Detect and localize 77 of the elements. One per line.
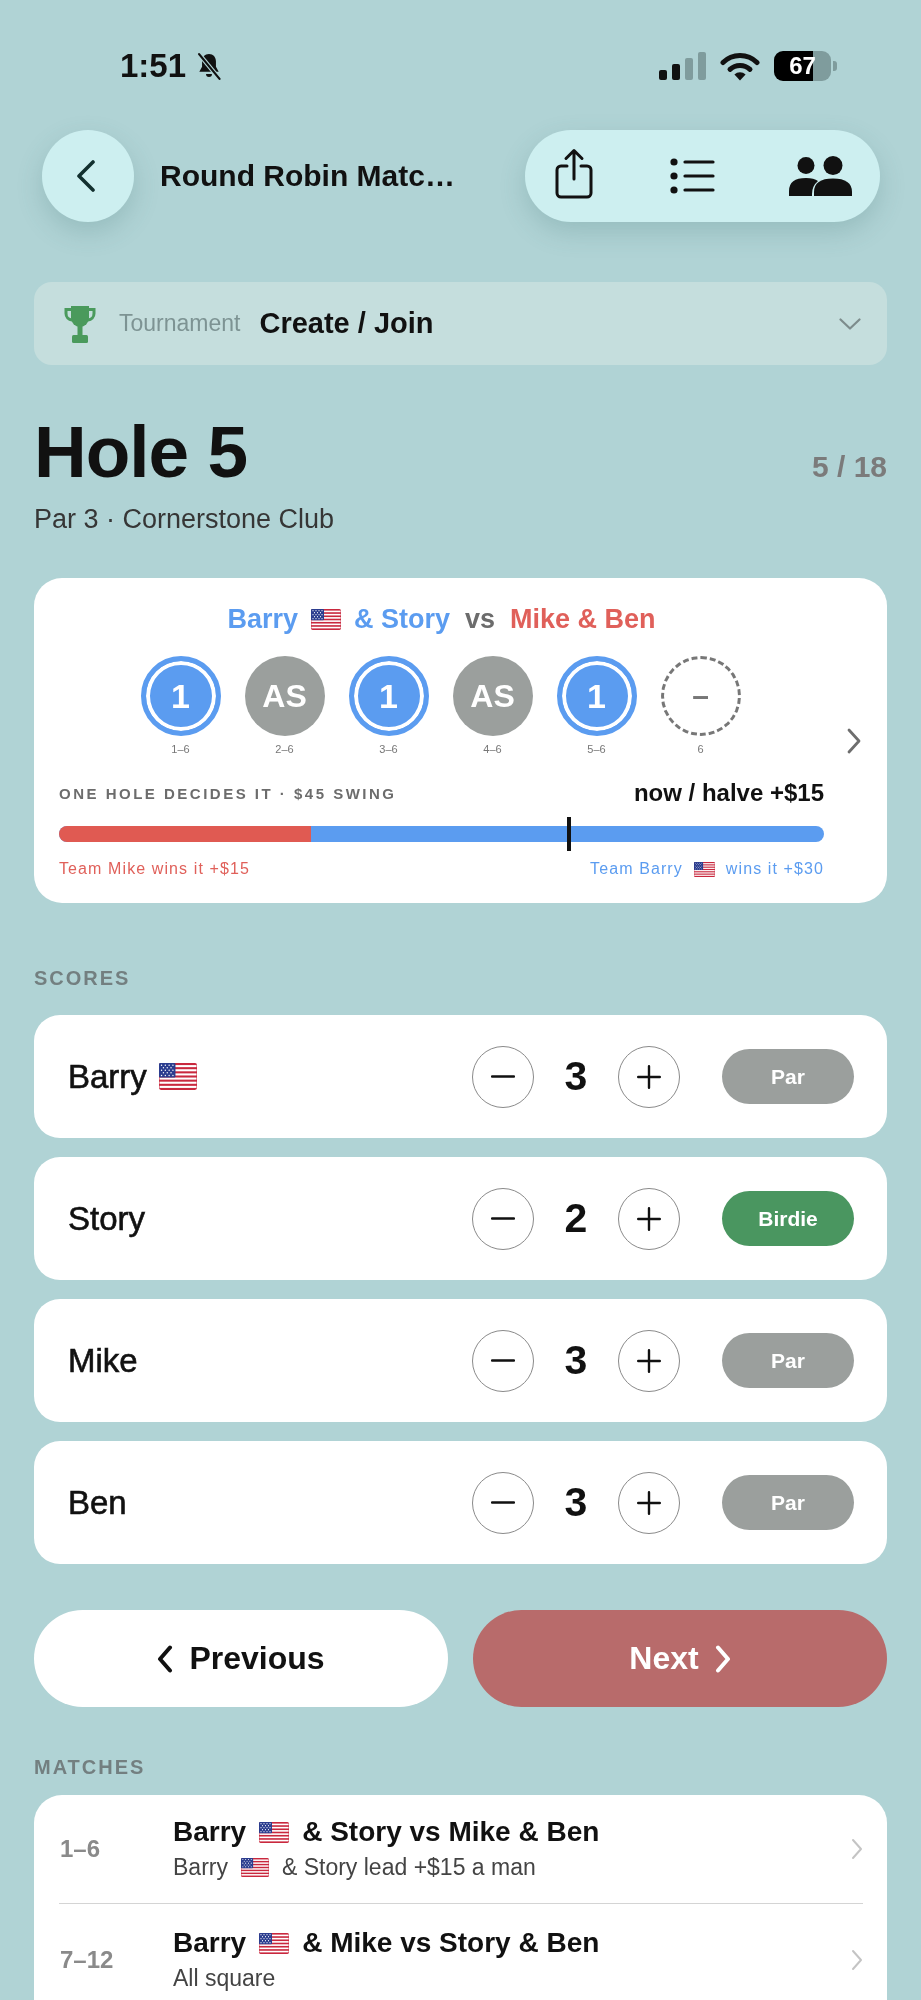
chevron-down-icon [839,317,861,330]
hole-result: 1 [348,656,429,736]
trophy-icon [62,303,98,344]
match-summary: & Story lead +$15 a man [281,1853,536,1882]
next-button[interactable]: Next [473,1610,887,1707]
result-badge: Par [722,1333,854,1388]
chevron-left-icon [157,1644,174,1673]
match-title: & Mike vs Story & Ben [302,1926,600,1960]
list-icon[interactable] [668,157,715,195]
player-name: Mike [68,1341,138,1380]
hole-range: 1–6 [59,1834,102,1863]
swing-value: now / halve +$15 [633,779,824,807]
result-badge: Par [722,1475,854,1530]
hole-title: Hole 5 [34,413,248,491]
hole-result: AS [244,656,325,736]
share-icon[interactable] [554,147,594,199]
score-value: 3 [563,1337,589,1384]
match-summary: All square [173,1964,276,1993]
plus-icon [637,1348,661,1373]
section-heading: MATCHES [34,1755,147,1779]
tournament-selector[interactable]: Tournament Create / Join [34,282,887,365]
player-name: Ben [68,1483,127,1522]
hole-result: 1 [556,656,637,736]
team-name: Mike & Ben [510,603,656,636]
plus-icon [637,1064,661,1089]
wifi-icon [720,51,760,81]
player-name: Barry [68,1057,147,1096]
match-row[interactable]: 7–12 Barry & Mike vs Story & Ben All square [59,1904,863,1993]
tournament-value: Create / Join [259,307,434,340]
player-name: Story [68,1199,146,1238]
chevron-right-icon [851,1948,863,1971]
status-time: 1:51 [120,46,187,86]
hole-range: 1–6 [171,742,190,757]
hole-result: 1 [140,656,221,736]
hole-result: AS [452,656,533,736]
plus-icon [637,1206,661,1231]
people-icon[interactable] [789,156,852,196]
tournament-label: Tournament [119,310,241,337]
hole-range: 7–12 [59,1945,115,1974]
result-badge: Birdie [722,1191,854,1246]
hole-range: 2–6 [275,742,294,757]
team-name: Barry [227,603,298,636]
score-value: 3 [563,1053,589,1100]
chevron-right-icon[interactable] [847,728,861,754]
match-summary: Barry [173,1853,228,1882]
score-value: 3 [563,1479,589,1526]
previous-button[interactable]: Previous [34,1610,448,1707]
chevron-right-icon [851,1837,863,1860]
match-title: Barry [173,1926,247,1960]
screen-title: Round Robin Matc… [160,159,456,193]
plus-icon [637,1490,661,1515]
hole-details: Par 3 · Cornerstone Club [34,503,336,536]
minus-icon [491,1075,515,1078]
hole-range: 5–6 [587,742,606,757]
minus-icon [491,1359,515,1362]
section-heading: SCORES [34,966,132,990]
match-row[interactable]: 1–6 Barry & Story vs Mike & Ben Barry & Story lead +$15 a man [59,1795,863,1904]
outcome-label: Team Mike wins it +$15 [59,859,250,879]
team-name: & Story [353,603,450,636]
hole-range: 3–6 [379,742,398,757]
score-value: 2 [563,1195,589,1242]
minus-icon [491,1501,515,1504]
hole-result: – [660,656,741,736]
swing-caption: ONE HOLE DECIDES IT · $45 SWING [59,784,397,802]
minus-icon [491,1217,515,1220]
versus-label: vs [465,603,496,636]
outcome-label: wins it +$30 [725,859,824,879]
chevron-right-icon [714,1644,731,1673]
signal-icon [659,52,706,80]
hole-count: 5 / 18 [811,450,887,484]
outcome-label: Team Barry [590,859,683,879]
match-title: Barry [173,1815,247,1849]
result-badge: Par [722,1049,854,1104]
chevron-left-icon [76,160,96,192]
hole-range: 4–6 [483,742,502,757]
hole-range: 6 [697,742,704,757]
match-title: & Story vs Mike & Ben [302,1815,600,1849]
